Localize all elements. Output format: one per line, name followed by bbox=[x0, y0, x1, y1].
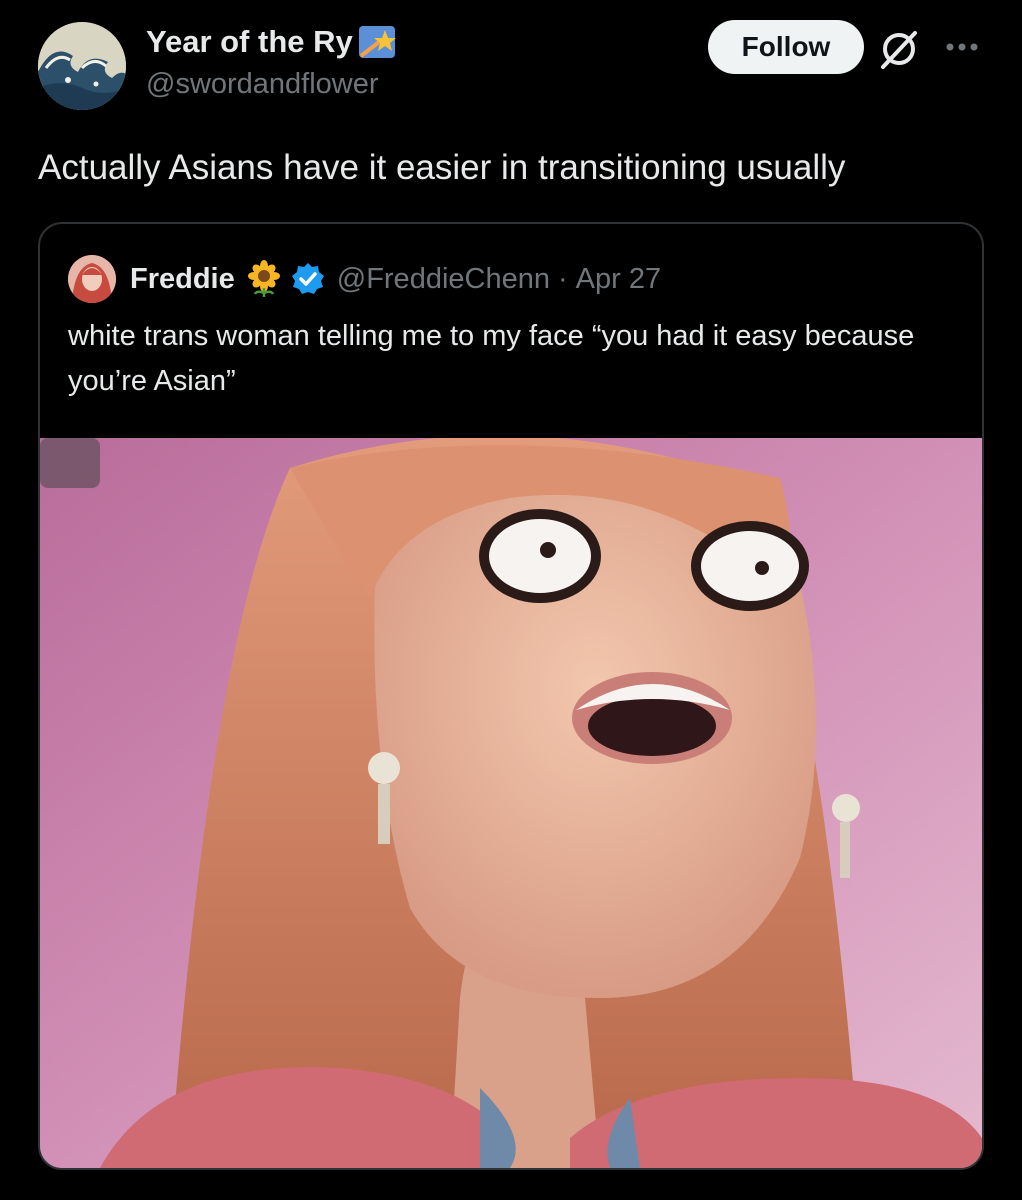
verified-badge-icon[interactable] bbox=[291, 262, 325, 296]
quoted-post-text: white trans woman telling me to my face … bbox=[68, 320, 915, 397]
quoted-author-handle[interactable]: @FreddieChenn bbox=[337, 263, 550, 296]
wave-artwork-icon bbox=[38, 22, 126, 110]
author-handle[interactable]: @swordandflower bbox=[146, 66, 397, 102]
sunflower-emoji-icon bbox=[247, 260, 280, 297]
author-avatar[interactable] bbox=[38, 22, 126, 110]
quoted-post-date[interactable]: Apr 27 bbox=[576, 263, 661, 296]
quoted-post[interactable]: Freddie @FreddieChenn · Apr 27 white tra… bbox=[38, 222, 984, 1170]
author-info: Year of the Ry @swordandflower bbox=[146, 22, 397, 102]
post-view: Year of the Ry @swordandflower Follow Ac… bbox=[0, 0, 1022, 1200]
author-name[interactable]: Year of the Ry bbox=[146, 22, 397, 62]
quoted-author-avatar[interactable] bbox=[68, 255, 116, 303]
grok-icon[interactable] bbox=[876, 26, 922, 72]
shooting-star-emoji-icon bbox=[358, 26, 396, 58]
quoted-author-name[interactable]: Freddie bbox=[130, 263, 235, 296]
person-avatar-icon bbox=[68, 255, 116, 303]
follow-button[interactable]: Follow bbox=[708, 20, 864, 74]
author-display-name: Year of the Ry bbox=[146, 24, 353, 59]
quoted-separator: · bbox=[557, 262, 568, 295]
animated-doll-face-image-graphic bbox=[40, 438, 982, 1168]
quoted-post-image[interactable] bbox=[40, 438, 982, 1168]
quoted-post-header: Freddie @FreddieChenn · Apr 27 bbox=[68, 254, 661, 304]
tweet-text: Actually Asians have it easier in transi… bbox=[38, 148, 846, 187]
more-options-icon[interactable] bbox=[942, 32, 982, 62]
